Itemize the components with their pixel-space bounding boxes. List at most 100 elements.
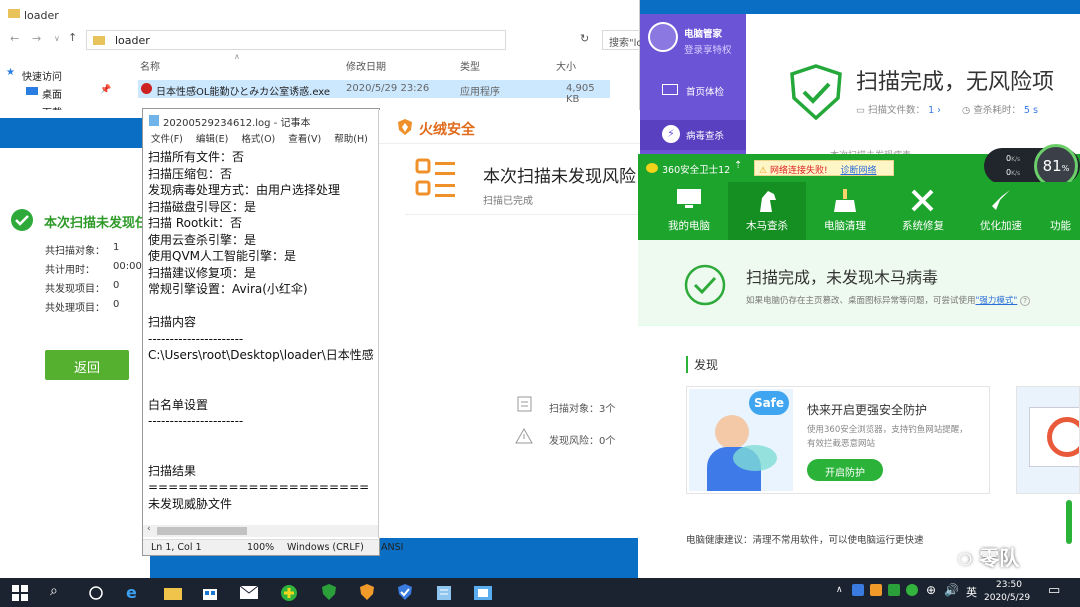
huorong-result-sub: 扫描已完成: [483, 196, 533, 207]
promo-desc-1: 使用360安全浏览器，支持钓鱼网站提醒，: [807, 425, 968, 435]
menu-view[interactable]: 查看(V): [288, 134, 321, 145]
notepad-line: [148, 430, 378, 447]
warning-icon: ⚠: [759, 166, 768, 176]
notification-icon[interactable]: ▭: [1048, 583, 1060, 598]
scroll-thumb[interactable]: [1066, 500, 1072, 544]
tab-cleanup[interactable]: 电脑清理: [806, 182, 884, 240]
download-speed: 0K/s: [1006, 168, 1021, 177]
address-path: loader: [115, 34, 150, 47]
chevron-down-icon[interactable]: ∨: [54, 34, 60, 43]
tencent-sidebar: 电脑管家 登录享特权 首页体检 ⚡ 病毒查杀: [640, 14, 746, 158]
360-navbar: 我的电脑 木马查杀 电脑清理 系统修复 优化加速 功能: [638, 182, 1080, 240]
scroll-thumb[interactable]: [157, 527, 247, 535]
up-arrow-icon[interactable]: ↑: [68, 31, 77, 44]
health-tip: 电脑健康建议：清理不常用软件，可以使电脑运行更快速: [686, 535, 924, 546]
360-title: 360安全卫士12: [662, 165, 731, 176]
scan-objects: 扫描对象：3个: [549, 404, 616, 415]
tray-expand-icon[interactable]: ∧: [836, 585, 843, 595]
sidebar-item-checkup[interactable]: 首页体检: [640, 76, 746, 106]
search-icon[interactable]: ⌕: [50, 583, 70, 603]
power-mode-link[interactable]: "强力模式": [976, 296, 1018, 306]
back-arrow-icon[interactable]: ←: [10, 32, 19, 45]
file-explorer-icon[interactable]: [164, 583, 184, 603]
start-icon[interactable]: [12, 583, 32, 603]
tab-my-computer[interactable]: 我的电脑: [650, 182, 728, 240]
mail-icon[interactable]: [240, 583, 260, 603]
ime-indicator[interactable]: 英: [966, 584, 977, 600]
tencent-taskbar-icon[interactable]: [396, 583, 416, 603]
col-type[interactable]: 类型: [460, 58, 480, 73]
notepad-line: 扫描内容: [148, 315, 197, 329]
address-box[interactable]: loader: [86, 30, 506, 50]
tray-360-icon[interactable]: [906, 584, 918, 596]
tray-shield-icon[interactable]: [888, 584, 900, 596]
nav-item-desktop[interactable]: 桌面 📌: [0, 82, 118, 101]
taskbar: ⌕ e ∧ ⊕ 🔊 英 23:50 2020/5/29 ▭: [0, 578, 1080, 607]
menu-file[interactable]: 文件(F): [151, 134, 183, 145]
notepad-line: [148, 446, 378, 463]
network-icon[interactable]: ⊕: [926, 583, 936, 597]
warning-icon: [515, 428, 533, 444]
scroll-left-icon[interactable]: ‹: [147, 524, 151, 534]
enable-protection-button[interactable]: 开启防护: [807, 459, 883, 481]
avatar[interactable]: [648, 22, 678, 52]
col-size[interactable]: 大小: [556, 58, 576, 73]
notepad-taskbar-icon[interactable]: [436, 583, 456, 603]
encoding: ANSI: [381, 542, 404, 553]
edge-icon[interactable]: e: [126, 583, 146, 603]
network-warning: ⚠ 网络连接失败! 诊断网络: [754, 160, 894, 176]
nav-item-download[interactable]: 下载: [0, 100, 118, 110]
notepad-line: [148, 380, 378, 397]
folder-icon: [8, 9, 20, 18]
task-view-icon[interactable]: [88, 583, 108, 603]
volume-icon[interactable]: 🔊: [944, 583, 959, 597]
col-date[interactable]: 修改日期: [346, 58, 386, 73]
diagnose-network-link[interactable]: 诊断网络: [840, 166, 876, 176]
clock-time[interactable]: 23:50: [996, 580, 1022, 590]
refresh-icon[interactable]: ↻: [580, 32, 589, 45]
wechat-icon: ❍: [958, 550, 973, 569]
horse-icon: [754, 188, 780, 214]
huorong-brand: 火绒安全: [419, 122, 475, 138]
safe-badge: Safe: [749, 391, 789, 415]
notepad-titlebar: 20200529234612.log - 记事本: [143, 109, 379, 131]
report-icon: [415, 158, 457, 202]
address-bar-row: ← → ∨ ↑ loader ↻ 搜索"lo: [6, 30, 662, 50]
notepad-line: 发现病毒处理方式：由用户选择处理: [148, 183, 341, 197]
notepad-icon: [149, 115, 159, 126]
menu-format[interactable]: 格式(O): [241, 134, 275, 145]
tab-trojan-scan[interactable]: 木马查杀: [728, 182, 806, 240]
huorong-taskbar-icon[interactable]: [358, 583, 378, 603]
login-link[interactable]: 登录享特权: [684, 42, 732, 56]
back-button[interactable]: 返回: [45, 350, 129, 380]
promo-title: 快来开启更强安全防护: [807, 403, 928, 417]
menu-help[interactable]: 帮助(H): [334, 134, 368, 145]
store-icon[interactable]: [202, 583, 222, 603]
nav-item-quick-access[interactable]: ★ 快速访问: [0, 64, 118, 83]
tab-features[interactable]: 功能: [1040, 182, 1080, 240]
huorong-header: 火绒安全: [379, 110, 640, 144]
360-taskbar-icon[interactable]: [280, 583, 300, 603]
notepad-text-area[interactable]: 扫描所有文件：否 扫描压缩包：否 发现病毒处理方式：由用户选择处理 扫描磁盘引导区：是…: [148, 149, 378, 525]
speed-widget[interactable]: 0K/s 0K/s 81%: [984, 144, 1080, 188]
help-icon[interactable]: ?: [1020, 296, 1031, 306]
tab-system-repair[interactable]: 系统修复: [884, 182, 962, 240]
forward-arrow-icon[interactable]: →: [32, 32, 41, 45]
app-taskbar-icon[interactable]: [474, 583, 494, 603]
tray-tencent-icon[interactable]: [852, 584, 864, 596]
explorer-title: loader: [24, 9, 59, 22]
file-row[interactable]: 日本性感OL能勤ひとみカ公室诱惑.exe 2020/5/29 23:26 应用程…: [138, 80, 610, 105]
clock-date[interactable]: 2020/5/29: [984, 593, 1030, 603]
tray-huorong-icon[interactable]: [870, 584, 882, 596]
shield-taskbar-icon[interactable]: [320, 583, 340, 603]
rocket-icon: [988, 188, 1014, 214]
notepad-line: 使用QVM人工智能引擎：是: [148, 249, 297, 263]
scan-risks: 发现风险：0个: [549, 436, 616, 447]
sidebar-item-virus[interactable]: ⚡ 病毒查杀: [640, 120, 746, 150]
tab-speed-up[interactable]: 优化加速: [962, 182, 1040, 240]
safe-illustration: Safe: [689, 389, 793, 491]
col-name[interactable]: 名称: [140, 58, 160, 73]
menu-edit[interactable]: 编辑(E): [196, 134, 228, 145]
horizontal-scrollbar[interactable]: ‹: [143, 524, 379, 537]
wrench-icon: [910, 188, 936, 214]
